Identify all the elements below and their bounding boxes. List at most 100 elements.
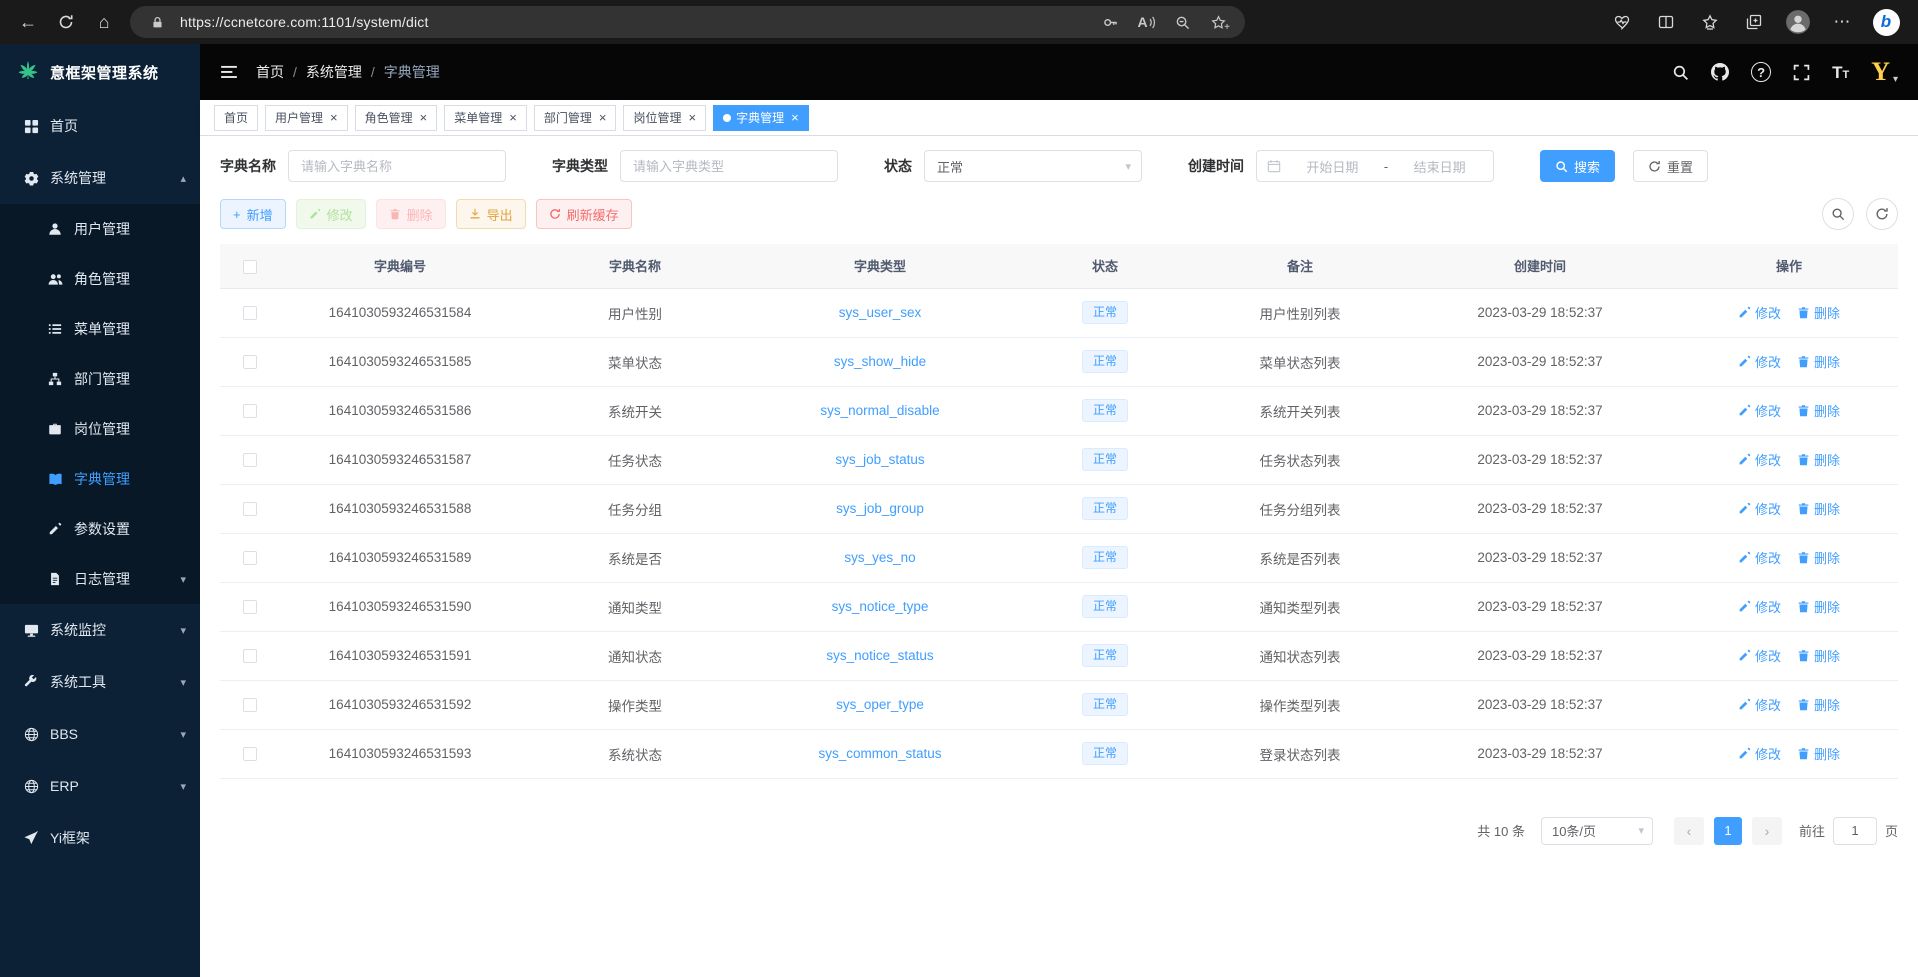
- dict-type-link[interactable]: sys_job_status: [835, 452, 924, 467]
- dict-type-link[interactable]: sys_yes_no: [844, 550, 915, 565]
- dict-name-input[interactable]: [288, 150, 506, 182]
- row-delete-button[interactable]: 删除: [1797, 499, 1840, 518]
- row-edit-button[interactable]: 修改: [1738, 450, 1781, 469]
- reset-button[interactable]: 重置: [1633, 150, 1708, 182]
- tab-menu[interactable]: 菜单管理×: [444, 105, 527, 131]
- reload-button[interactable]: [48, 5, 84, 39]
- hamburger-icon[interactable]: [220, 63, 238, 81]
- row-checkbox[interactable]: [243, 502, 257, 516]
- browser-essentials-icon[interactable]: [1606, 6, 1638, 38]
- profile-avatar[interactable]: [1782, 6, 1814, 38]
- row-edit-button[interactable]: 修改: [1738, 548, 1781, 567]
- row-edit-button[interactable]: 修改: [1738, 646, 1781, 665]
- dict-type-input[interactable]: [620, 150, 838, 182]
- row-checkbox[interactable]: [243, 747, 257, 761]
- breadcrumb-home[interactable]: 首页: [256, 62, 284, 82]
- dict-type-link[interactable]: sys_oper_type: [836, 697, 924, 712]
- tab-role[interactable]: 角色管理×: [355, 105, 438, 131]
- row-edit-button[interactable]: 修改: [1738, 744, 1781, 763]
- address-bar[interactable]: https://ccnetcore.com:1101/system/dict A…: [130, 6, 1245, 38]
- sidebar-item-log[interactable]: 日志管理▾: [0, 554, 200, 604]
- search-button[interactable]: 搜索: [1540, 150, 1615, 182]
- fullscreen-icon[interactable]: [1793, 64, 1810, 81]
- back-button[interactable]: ←: [10, 5, 46, 39]
- row-checkbox[interactable]: [243, 306, 257, 320]
- user-avatar-logo[interactable]: Y ▾: [1871, 59, 1898, 85]
- row-edit-button[interactable]: 修改: [1738, 499, 1781, 518]
- status-select[interactable]: 正常 ▾: [924, 150, 1142, 182]
- row-checkbox[interactable]: [243, 649, 257, 663]
- more-menu-icon[interactable]: ⋯: [1826, 6, 1858, 38]
- add-button[interactable]: + 新增: [220, 199, 286, 229]
- sidebar-item-dict[interactable]: 字典管理: [0, 454, 200, 504]
- dict-type-link[interactable]: sys_user_sex: [839, 305, 922, 320]
- url-text[interactable]: https://ccnetcore.com:1101/system/dict: [180, 14, 1087, 30]
- row-delete-button[interactable]: 删除: [1797, 744, 1840, 763]
- delete-button[interactable]: 删除: [376, 199, 446, 229]
- row-delete-button[interactable]: 删除: [1797, 548, 1840, 567]
- favorites-icon[interactable]: [1694, 6, 1726, 38]
- copilot-bing-icon[interactable]: b: [1870, 6, 1902, 38]
- export-button[interactable]: 导出: [456, 199, 526, 229]
- row-checkbox[interactable]: [243, 600, 257, 614]
- edit-button[interactable]: 修改: [296, 199, 366, 229]
- close-icon[interactable]: ×: [330, 111, 338, 124]
- header-search-icon[interactable]: [1672, 64, 1689, 81]
- row-checkbox[interactable]: [243, 355, 257, 369]
- row-checkbox[interactable]: [243, 698, 257, 712]
- row-edit-button[interactable]: 修改: [1738, 695, 1781, 714]
- add-favorite-icon[interactable]: +: [1205, 9, 1231, 35]
- dict-type-link[interactable]: sys_show_hide: [834, 354, 926, 369]
- sidebar-item-monitor[interactable]: 系统监控▾: [0, 604, 200, 656]
- dict-type-link[interactable]: sys_common_status: [818, 746, 941, 761]
- toggle-search-button[interactable]: [1822, 198, 1854, 230]
- row-edit-button[interactable]: 修改: [1738, 401, 1781, 420]
- browser-home-button[interactable]: ⌂: [86, 5, 122, 39]
- sidebar-item-menu[interactable]: 菜单管理: [0, 304, 200, 354]
- row-delete-button[interactable]: 删除: [1797, 597, 1840, 616]
- tab-home[interactable]: 首页: [214, 105, 258, 131]
- row-checkbox[interactable]: [243, 404, 257, 418]
- refresh-cache-button[interactable]: 刷新缓存: [536, 199, 632, 229]
- sidebar-item-dept[interactable]: 部门管理: [0, 354, 200, 404]
- row-delete-button[interactable]: 删除: [1797, 303, 1840, 322]
- row-delete-button[interactable]: 删除: [1797, 352, 1840, 371]
- collections-icon[interactable]: [1738, 6, 1770, 38]
- select-all-checkbox[interactable]: [243, 260, 257, 274]
- row-edit-button[interactable]: 修改: [1738, 597, 1781, 616]
- tab-user[interactable]: 用户管理×: [265, 105, 348, 131]
- sidebar-item-config[interactable]: 参数设置: [0, 504, 200, 554]
- goto-page-input[interactable]: [1833, 817, 1877, 845]
- close-icon[interactable]: ×: [599, 111, 607, 124]
- close-icon[interactable]: ×: [420, 111, 428, 124]
- page-size-select[interactable]: 10条/页 ▾: [1541, 817, 1653, 845]
- dict-type-link[interactable]: sys_normal_disable: [820, 403, 939, 418]
- zoom-out-icon[interactable]: [1169, 9, 1195, 35]
- font-size-icon[interactable]: TT: [1832, 64, 1849, 81]
- date-range-picker[interactable]: 开始日期 - 结束日期: [1256, 150, 1494, 182]
- row-delete-button[interactable]: 删除: [1797, 695, 1840, 714]
- row-delete-button[interactable]: 删除: [1797, 450, 1840, 469]
- prev-page-button[interactable]: ‹: [1674, 817, 1704, 845]
- dict-type-link[interactable]: sys_notice_status: [826, 648, 933, 663]
- current-page-button[interactable]: 1: [1714, 817, 1742, 845]
- row-checkbox[interactable]: [243, 453, 257, 467]
- split-screen-icon[interactable]: [1650, 6, 1682, 38]
- close-icon[interactable]: ×: [791, 111, 799, 124]
- sidebar-item-user[interactable]: 用户管理: [0, 204, 200, 254]
- refresh-table-button[interactable]: [1866, 198, 1898, 230]
- help-icon[interactable]: ?: [1751, 62, 1771, 82]
- tab-post[interactable]: 岗位管理×: [623, 105, 706, 131]
- password-key-icon[interactable]: [1097, 9, 1123, 35]
- dict-type-link[interactable]: sys_job_group: [836, 501, 924, 516]
- tab-dict[interactable]: 字典管理×: [713, 105, 809, 131]
- dict-type-link[interactable]: sys_notice_type: [832, 599, 929, 614]
- row-edit-button[interactable]: 修改: [1738, 352, 1781, 371]
- row-delete-button[interactable]: 删除: [1797, 401, 1840, 420]
- sidebar-item-erp[interactable]: ERP▾: [0, 760, 200, 812]
- sidebar-item-post[interactable]: 岗位管理: [0, 404, 200, 454]
- sidebar-item-bbs[interactable]: BBS▾: [0, 708, 200, 760]
- row-delete-button[interactable]: 删除: [1797, 646, 1840, 665]
- sidebar-item-yi[interactable]: Yi框架: [0, 812, 200, 864]
- read-aloud-icon[interactable]: A: [1133, 9, 1159, 35]
